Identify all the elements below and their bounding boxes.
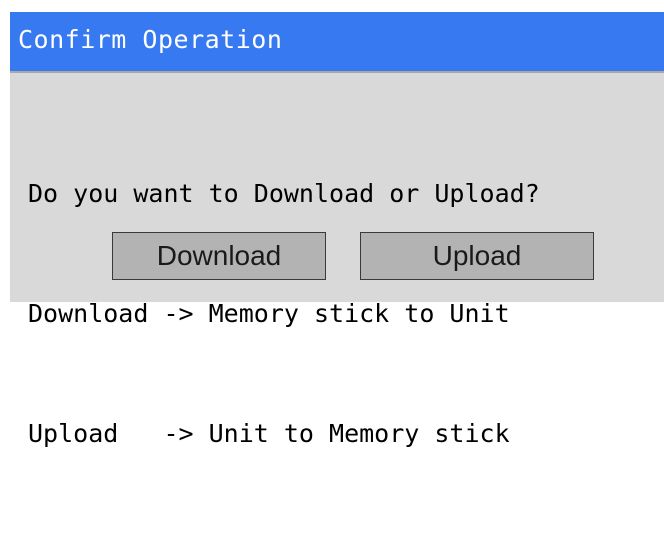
dialog-title: Confirm Operation	[18, 25, 283, 54]
message-download-description: Download -> Memory stick to Unit	[28, 299, 510, 328]
download-button[interactable]: Download	[112, 232, 326, 280]
message-question: Do you want to Download or Upload?	[28, 179, 540, 208]
message-upload-description: Upload -> Unit to Memory stick	[28, 419, 510, 448]
dialog-title-bar: Confirm Operation	[10, 12, 664, 73]
upload-button[interactable]: Upload	[360, 232, 594, 280]
dialog-message: Do you want to Download or Upload? Downl…	[28, 94, 540, 534]
confirm-operation-dialog: Confirm Operation Do you want to Downloa…	[10, 12, 664, 448]
